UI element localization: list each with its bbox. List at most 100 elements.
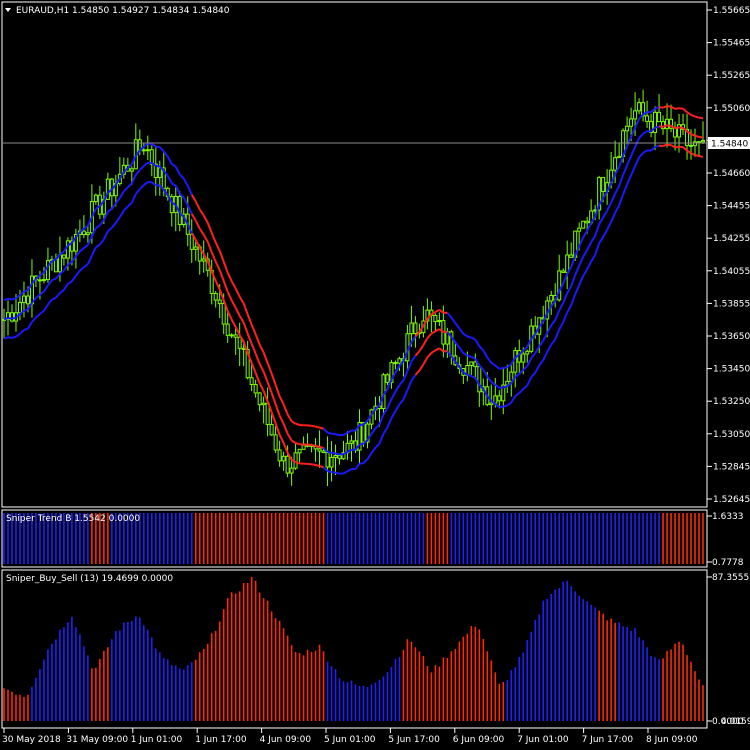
sniper-buy-sell-tick-value: 4.01598 [721,717,750,727]
band-segment [295,442,300,446]
candle-body [469,361,474,366]
band-segment [467,335,472,339]
candle-body [249,377,254,386]
band-segment [674,107,680,110]
candle-body [677,124,682,138]
candle-body [397,358,402,364]
candle-body [385,374,390,383]
band-segment [319,445,324,449]
candle-body [81,230,86,236]
band-segment [502,404,508,408]
candle-body [333,455,338,458]
candle-body [409,322,414,335]
band-segment [698,155,704,158]
candle-body [25,295,30,305]
band-segment [662,105,668,109]
band-segment [295,461,300,465]
band-segment [654,144,660,148]
candle-body [237,336,242,349]
candle-body [521,353,526,363]
candle-body [141,149,146,152]
band-segment [315,444,320,448]
sniper-trend-tick-top: 1.6333 [712,512,744,522]
candle-body [561,270,566,273]
band-segment [331,451,336,455]
price-tick-label: 1.53250 [713,397,750,407]
candle-body [549,294,554,302]
band-segment [295,422,300,426]
candle-body [477,366,482,393]
band-segment [674,126,680,130]
band-segment [654,125,660,129]
band-segment [499,386,504,389]
candle-body [213,292,218,301]
candle-body [53,259,58,273]
candle-body [277,449,282,462]
price-tick-label: 1.54255 [713,234,750,244]
candle-body [17,301,22,314]
candle-body [61,254,66,259]
main-price-pane[interactable]: EURAUD,H1 1.54850 1.54927 1.54834 1.5484… [1,1,750,508]
chart-title: EURAUD,H1 1.54850 1.54927 1.54834 1.5484… [16,6,230,16]
candle-body [497,395,502,402]
price-tick-label: 1.54055 [713,267,750,277]
candle-body [665,118,670,130]
candle-body [93,194,98,203]
candle-body [473,361,478,368]
band-segment [666,105,672,108]
candle-body [201,258,206,262]
time-tick-label: 30 May 2018 [2,735,61,745]
band-segment [327,470,332,474]
band-segment [694,153,700,158]
band-segment [499,367,504,370]
candle-body [29,275,34,305]
price-tick-label: 1.53855 [713,299,750,309]
candle-body [321,450,326,454]
candle-body [41,279,46,282]
candle-body [301,444,306,450]
band-segment [23,289,29,293]
band-segment [662,143,668,148]
candle-body [21,295,26,303]
candle-body [585,220,590,224]
candle-body [493,395,498,404]
band-segment [3,336,9,340]
band-segment [654,106,660,110]
band-segment [3,297,9,302]
candle-body [633,110,638,120]
sniper-trend-pane[interactable]: Sniper Trend B 1.5542 0.0000 1.6333 0.77… [1,509,744,568]
band-segment [662,124,668,128]
band-segment [311,444,316,447]
candle-body [225,323,230,336]
band-segment [11,335,17,339]
band-segment [23,327,29,331]
trading-chart[interactable]: EURAUD,H1 1.54850 1.54927 1.54834 1.5484… [0,0,750,750]
band-segment [7,317,13,320]
price-axis: 1.556651.554651.552651.550601.548601.546… [707,6,750,505]
candle-body [65,240,70,259]
candle-body [329,456,334,468]
sniper-buy-sell-pane[interactable]: Sniper_Buy_Sell (13) 19.4699 0.0000 87.3… [1,569,750,729]
candle-body [433,314,438,323]
band-segment [319,426,324,430]
price-tick-label: 1.52645 [713,495,750,505]
band-segment [335,433,340,437]
band-segment [467,354,472,358]
candle-body [325,452,330,468]
candle-body [613,157,618,171]
candle-body [289,467,294,474]
time-tick-label: 7 Jun 17:00 [582,735,634,745]
candle-body [273,434,278,451]
candle-body [689,144,694,147]
band-segment [315,464,320,468]
band-segment [7,297,13,301]
time-tick-label: 1 Jun 01:00 [131,735,183,745]
candle-body [701,139,705,143]
price-tick-label: 1.52845 [713,462,750,472]
sniper-buy-sell-title: Sniper_Buy_Sell (13) 19.4699 0.0000 [6,574,173,584]
chart-title-group: EURAUD,H1 1.54850 1.54927 1.54834 1.5484… [5,6,230,16]
price-tick-label: 1.53450 [713,365,750,375]
candle-body [577,227,582,232]
time-tick-label: 1 Jun 17:00 [195,735,247,745]
candle-body [297,448,302,454]
